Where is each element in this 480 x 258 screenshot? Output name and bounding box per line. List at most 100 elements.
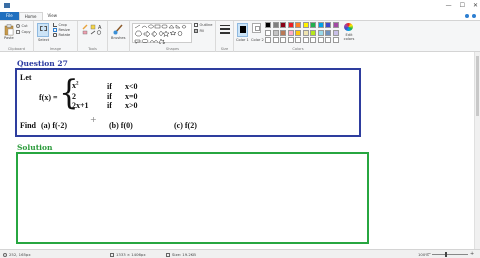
- color1-label: Color 1: [236, 38, 249, 42]
- palette-swatch[interactable]: [332, 29, 339, 36]
- palette-swatch[interactable]: [280, 22, 286, 28]
- color2-button[interactable]: [252, 23, 261, 33]
- color2-label: Color 2: [251, 38, 264, 42]
- scrollbar-thumb[interactable]: [476, 56, 479, 116]
- size-label: Size: [220, 47, 229, 51]
- palette-swatch[interactable]: [280, 37, 286, 43]
- help-icon[interactable]: [472, 14, 476, 18]
- palette-swatch[interactable]: [272, 29, 279, 36]
- palette-swatch[interactable]: [310, 22, 316, 28]
- palette-swatch[interactable]: [302, 22, 309, 28]
- maximize-button[interactable]: ☐: [460, 2, 465, 9]
- copy-button[interactable]: Copy: [16, 30, 31, 34]
- color1-button[interactable]: [237, 23, 248, 37]
- fill-button[interactable]: Fill: [194, 29, 204, 33]
- part-a: (a) f(-2): [41, 121, 67, 130]
- tab-home[interactable]: Home: [18, 12, 43, 20]
- cut-button[interactable]: Cut: [16, 24, 28, 28]
- minimize-button[interactable]: —: [446, 2, 452, 9]
- palette-swatch[interactable]: [317, 22, 324, 28]
- function-label: f(x) =: [39, 93, 58, 102]
- size-line-1: [220, 25, 230, 26]
- palette-swatch[interactable]: [325, 37, 331, 43]
- file-size: Size: 19.2KB: [166, 252, 196, 257]
- palette-swatch[interactable]: [287, 22, 294, 28]
- question-title: Question 27: [17, 59, 68, 68]
- case-2-expr: 2: [72, 92, 76, 101]
- ribbon: Paste Cut Copy Clipboard Select Crop Res…: [0, 20, 480, 52]
- palette-swatch[interactable]: [287, 29, 294, 36]
- clipboard-group: Paste Cut Copy Clipboard: [0, 21, 34, 52]
- crop-label: Crop: [58, 23, 67, 27]
- palette-swatch[interactable]: [295, 22, 301, 28]
- tab-view[interactable]: View: [43, 12, 63, 20]
- find-label: Find: [20, 121, 37, 130]
- fill-bucket-icon: [194, 29, 198, 33]
- part-c: (c) f(2): [174, 121, 197, 130]
- resize-icon: [53, 28, 57, 32]
- case-2-cond: x=0: [125, 92, 138, 101]
- palette-swatch[interactable]: [325, 29, 331, 36]
- cursor-position-icon: [3, 252, 7, 257]
- palette-swatch[interactable]: [265, 29, 271, 36]
- colors-group-label: Colors: [292, 47, 304, 51]
- vertical-scrollbar[interactable]: [474, 52, 480, 249]
- file-size-icon: [166, 252, 170, 257]
- palette-swatch[interactable]: [265, 22, 271, 28]
- tools-icons: A: [82, 24, 102, 35]
- palette-swatch[interactable]: [295, 37, 301, 43]
- rotate-button[interactable]: Rotate: [53, 33, 70, 37]
- palette-swatch[interactable]: [302, 29, 309, 36]
- shapes-group: Outline Fill Shapes: [130, 21, 216, 52]
- tab-file[interactable]: File: [0, 12, 19, 20]
- palette-swatch[interactable]: [325, 22, 331, 28]
- size-line-3: [220, 31, 230, 34]
- outline-button[interactable]: Outline: [194, 23, 213, 27]
- scissors-icon: [16, 24, 20, 28]
- palette-swatch[interactable]: [310, 29, 316, 36]
- palette-swatch[interactable]: [265, 37, 271, 43]
- status-bar: 252, 165px 1333 × 1406px Size: 19.2KB 10…: [0, 249, 480, 258]
- copy-label: Copy: [21, 30, 31, 34]
- palette-swatch[interactable]: [287, 37, 294, 43]
- edit-colors-icon[interactable]: [344, 23, 353, 31]
- crop-icon: [53, 23, 57, 27]
- palette-swatch[interactable]: [317, 37, 324, 43]
- brushes-group[interactable]: Brushes: [108, 21, 130, 52]
- collapse-ribbon-icon[interactable]: [465, 14, 469, 18]
- palette-swatch[interactable]: [332, 22, 339, 28]
- resize-label: Resize: [58, 28, 71, 32]
- colors-group: Color 1 Color 2 Edit colors Colors: [234, 21, 362, 52]
- shapes-gallery[interactable]: [132, 23, 192, 47]
- palette-swatch[interactable]: [310, 37, 316, 43]
- zoom-in-button[interactable]: +: [470, 251, 474, 257]
- tools-group-label: Tools: [88, 47, 97, 51]
- resize-button[interactable]: Resize: [53, 28, 70, 32]
- paste-icon[interactable]: [4, 24, 14, 36]
- help-icons: [465, 14, 476, 18]
- case-3-if: if: [107, 101, 112, 110]
- text-tool-icon: A: [98, 25, 102, 31]
- size-group[interactable]: Size: [216, 21, 234, 52]
- close-button[interactable]: ✕: [473, 2, 478, 9]
- palette-swatch[interactable]: [295, 29, 301, 36]
- zoom-slider-knob[interactable]: [445, 252, 447, 257]
- select-button[interactable]: [37, 23, 49, 37]
- palette-swatch[interactable]: [280, 29, 286, 36]
- zoom-slider[interactable]: [432, 252, 468, 257]
- paste-button[interactable]: Paste: [4, 36, 14, 40]
- palette-swatch[interactable]: [302, 37, 309, 43]
- palette-swatch[interactable]: [332, 37, 339, 43]
- brushes-label: Brushes: [111, 36, 126, 40]
- case-1-if: if: [107, 82, 112, 91]
- select-label: Select: [38, 38, 50, 42]
- crop-button[interactable]: Crop: [53, 23, 67, 27]
- palette-swatch[interactable]: [317, 29, 324, 36]
- zoom-out-button[interactable]: −: [427, 251, 431, 257]
- palette-swatch[interactable]: [272, 37, 279, 43]
- tools-group: A Tools: [78, 21, 108, 52]
- case-1-expr: x2: [72, 81, 79, 90]
- palette-swatch[interactable]: [272, 22, 279, 28]
- file-size-text: Size: 19.2KB: [172, 252, 196, 257]
- dimensions-icon: [110, 252, 114, 257]
